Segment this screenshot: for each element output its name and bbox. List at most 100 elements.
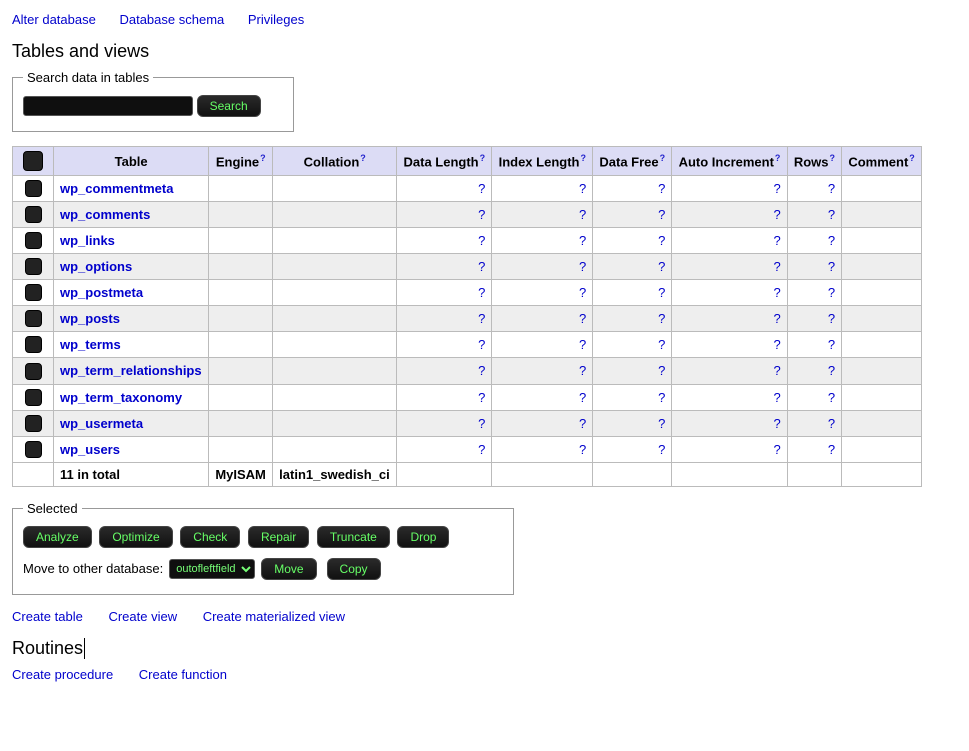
data-length-link[interactable]: ? (478, 285, 485, 300)
help-icon[interactable]: ? (480, 153, 486, 163)
col-collation[interactable]: Collation (304, 154, 360, 169)
data-free-link[interactable]: ? (658, 259, 665, 274)
auto-increment-link[interactable]: ? (773, 416, 780, 431)
help-icon[interactable]: ? (260, 153, 266, 163)
rows-link[interactable]: ? (828, 311, 835, 326)
table-name-link[interactable]: wp_posts (60, 311, 120, 326)
data-free-link[interactable]: ? (658, 207, 665, 222)
table-name-link[interactable]: wp_users (60, 442, 120, 457)
optimize-button[interactable]: Optimize (99, 526, 172, 548)
col-comment[interactable]: Comment (848, 154, 908, 169)
table-name-link[interactable]: wp_term_taxonomy (60, 390, 182, 405)
index-length-link[interactable]: ? (579, 390, 586, 405)
search-input[interactable] (23, 96, 193, 116)
row-checkbox[interactable] (25, 389, 42, 406)
row-checkbox[interactable] (25, 363, 42, 380)
copy-button[interactable]: Copy (327, 558, 381, 580)
help-icon[interactable]: ? (580, 153, 586, 163)
index-length-link[interactable]: ? (579, 233, 586, 248)
rows-link[interactable]: ? (828, 285, 835, 300)
table-name-link[interactable]: wp_commentmeta (60, 181, 173, 196)
col-data-length[interactable]: Data Length (404, 154, 479, 169)
row-checkbox[interactable] (25, 206, 42, 223)
rows-link[interactable]: ? (828, 416, 835, 431)
row-checkbox[interactable] (25, 232, 42, 249)
truncate-button[interactable]: Truncate (317, 526, 390, 548)
row-checkbox[interactable] (25, 336, 42, 353)
index-length-link[interactable]: ? (579, 181, 586, 196)
help-icon[interactable]: ? (909, 153, 915, 163)
data-free-link[interactable]: ? (658, 416, 665, 431)
index-length-link[interactable]: ? (579, 207, 586, 222)
auto-increment-link[interactable]: ? (773, 442, 780, 457)
help-icon[interactable]: ? (775, 153, 781, 163)
alter-database-link[interactable]: Alter database (12, 12, 96, 27)
data-length-link[interactable]: ? (478, 363, 485, 378)
rows-link[interactable]: ? (828, 207, 835, 222)
auto-increment-link[interactable]: ? (773, 285, 780, 300)
create-table-link[interactable]: Create table (12, 609, 83, 624)
auto-increment-link[interactable]: ? (773, 181, 780, 196)
col-index-length[interactable]: Index Length (499, 154, 580, 169)
row-checkbox[interactable] (25, 258, 42, 275)
create-procedure-link[interactable]: Create procedure (12, 667, 113, 682)
data-length-link[interactable]: ? (478, 311, 485, 326)
index-length-link[interactable]: ? (579, 442, 586, 457)
data-free-link[interactable]: ? (658, 285, 665, 300)
table-name-link[interactable]: wp_options (60, 259, 132, 274)
index-length-link[interactable]: ? (579, 416, 586, 431)
auto-increment-link[interactable]: ? (773, 207, 780, 222)
data-length-link[interactable]: ? (478, 233, 485, 248)
auto-increment-link[interactable]: ? (773, 363, 780, 378)
analyze-button[interactable]: Analyze (23, 526, 92, 548)
row-checkbox[interactable] (25, 441, 42, 458)
table-name-link[interactable]: wp_links (60, 233, 115, 248)
target-database-select[interactable]: outofleftfield (169, 559, 255, 579)
help-icon[interactable]: ? (360, 153, 366, 163)
auto-increment-link[interactable]: ? (773, 259, 780, 274)
rows-link[interactable]: ? (828, 233, 835, 248)
rows-link[interactable]: ? (828, 181, 835, 196)
data-free-link[interactable]: ? (658, 181, 665, 196)
help-icon[interactable]: ? (829, 153, 835, 163)
data-free-link[interactable]: ? (658, 311, 665, 326)
data-free-link[interactable]: ? (658, 442, 665, 457)
table-name-link[interactable]: wp_postmeta (60, 285, 143, 300)
index-length-link[interactable]: ? (579, 259, 586, 274)
rows-link[interactable]: ? (828, 390, 835, 405)
help-icon[interactable]: ? (660, 153, 666, 163)
create-function-link[interactable]: Create function (139, 667, 227, 682)
data-length-link[interactable]: ? (478, 442, 485, 457)
index-length-link[interactable]: ? (579, 363, 586, 378)
rows-link[interactable]: ? (828, 337, 835, 352)
table-name-link[interactable]: wp_comments (60, 207, 150, 222)
auto-increment-link[interactable]: ? (773, 337, 780, 352)
table-name-link[interactable]: wp_terms (60, 337, 121, 352)
auto-increment-link[interactable]: ? (773, 233, 780, 248)
rows-link[interactable]: ? (828, 442, 835, 457)
table-name-link[interactable]: wp_term_relationships (60, 363, 202, 378)
auto-increment-link[interactable]: ? (773, 311, 780, 326)
data-free-link[interactable]: ? (658, 363, 665, 378)
data-free-link[interactable]: ? (658, 390, 665, 405)
data-length-link[interactable]: ? (478, 416, 485, 431)
table-name-link[interactable]: wp_usermeta (60, 416, 143, 431)
auto-increment-link[interactable]: ? (773, 390, 780, 405)
data-length-link[interactable]: ? (478, 259, 485, 274)
row-checkbox[interactable] (25, 180, 42, 197)
data-length-link[interactable]: ? (478, 181, 485, 196)
create-view-link[interactable]: Create view (108, 609, 177, 624)
check-button[interactable]: Check (180, 526, 240, 548)
repair-button[interactable]: Repair (248, 526, 309, 548)
rows-link[interactable]: ? (828, 259, 835, 274)
create-materialized-view-link[interactable]: Create materialized view (203, 609, 345, 624)
index-length-link[interactable]: ? (579, 311, 586, 326)
drop-button[interactable]: Drop (397, 526, 449, 548)
row-checkbox[interactable] (25, 415, 42, 432)
data-free-link[interactable]: ? (658, 337, 665, 352)
col-engine[interactable]: Engine (216, 154, 259, 169)
search-button[interactable]: Search (197, 95, 261, 117)
move-button[interactable]: Move (261, 558, 316, 580)
rows-link[interactable]: ? (828, 363, 835, 378)
data-length-link[interactable]: ? (478, 337, 485, 352)
